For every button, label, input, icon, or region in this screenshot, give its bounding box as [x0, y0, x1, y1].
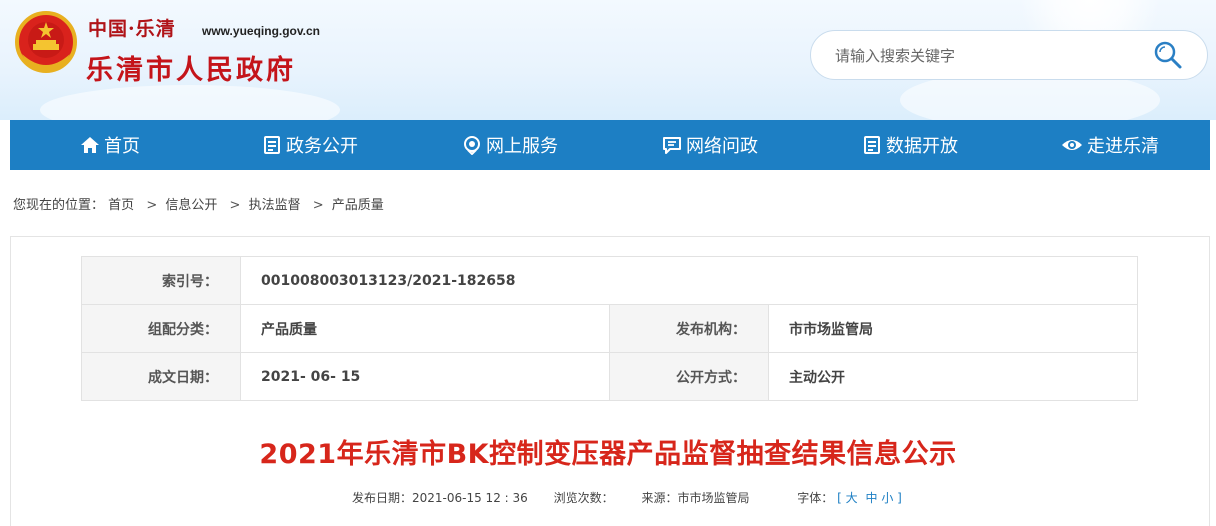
brand-url[interactable]: www.yueqing.gov.cn — [202, 24, 320, 38]
search-button[interactable] — [1151, 39, 1191, 71]
breadcrumb-prefix: 您现在的位置： — [13, 198, 105, 213]
date-value: 2021- 06- 15 — [240, 352, 610, 401]
breadcrumb-link-info[interactable]: 信息公开 — [165, 198, 217, 213]
breadcrumb-separator: > — [146, 198, 158, 213]
nav-item-online-service[interactable]: 网上服务 — [410, 120, 610, 170]
nav-item-label: 政务公开 — [286, 136, 358, 157]
breadcrumb-separator: > — [312, 198, 324, 213]
breadcrumb: 您现在的位置： 首页 > 信息公开 > 执法监督 > 产品质量 — [13, 194, 384, 213]
main-nav: 首页 政务公开 网上服务 网络问政 数据开放 走进乐清 — [10, 120, 1210, 170]
article-info-bar: 发布日期：2021-06-15 12 : 36 浏览次数： 来源：市市场监管局 … — [352, 489, 902, 506]
search-box — [810, 30, 1208, 80]
index-value: 001008003013123/2021-182658 — [240, 256, 1138, 305]
date-label: 成文日期： — [81, 352, 241, 401]
national-emblem-icon — [15, 11, 77, 73]
site-name[interactable]: 乐清市人民政府 — [86, 48, 296, 87]
chat-icon — [663, 137, 681, 154]
table-row: 索引号： 001008003013123/2021-182658 — [81, 256, 1138, 305]
nav-item-label: 网上服务 — [486, 136, 558, 157]
eye-icon — [1062, 140, 1082, 150]
breadcrumb-link-home[interactable]: 首页 — [108, 198, 134, 213]
nav-item-online-inquiry[interactable]: 网络问政 — [610, 120, 810, 170]
breadcrumb-link-quality[interactable]: 产品质量 — [332, 198, 384, 213]
publish-date: 发布日期：2021-06-15 12 : 36 — [352, 491, 528, 505]
font-size-large-button[interactable]: 大 — [846, 489, 858, 506]
article-title: 2021年乐清市BK控制变压器产品监督抽查结果信息公示 — [259, 439, 957, 470]
breadcrumb-link-enforcement[interactable]: 执法监督 — [249, 198, 301, 213]
method-value: 主动公开 — [768, 352, 1138, 401]
index-label: 索引号： — [81, 256, 241, 305]
service-icon — [464, 136, 480, 155]
nav-item-home[interactable]: 首页 — [10, 120, 210, 170]
search-input[interactable] — [833, 43, 1137, 69]
nav-item-label: 首页 — [104, 136, 140, 157]
home-icon — [81, 137, 99, 153]
search-icon — [1154, 41, 1182, 69]
publisher-label: 发布机构： — [609, 304, 769, 353]
nav-item-open-data[interactable]: 数据开放 — [810, 120, 1010, 170]
nav-item-gov-affairs[interactable]: 政务公开 — [210, 120, 410, 170]
document-icon — [264, 136, 280, 154]
brand-tagline: 中国·乐清 — [88, 18, 176, 40]
table-row: 组配分类： 产品质量 发布机构： 市市场监管局 — [81, 304, 1138, 353]
article-source: 来源：市市场监管局 — [641, 491, 750, 505]
metadata-table: 索引号： 001008003013123/2021-182658 组配分类： 产… — [81, 256, 1138, 401]
publisher-value: 市市场监管局 — [768, 304, 1138, 353]
nav-item-label: 网络问政 — [686, 136, 758, 157]
nav-item-label: 走进乐清 — [1087, 136, 1159, 157]
cloud-decoration — [40, 85, 340, 120]
font-size-open-bracket: [ — [837, 491, 842, 505]
font-size-close-bracket: ] — [897, 491, 902, 505]
font-size-small-button[interactable]: 小 — [881, 489, 893, 506]
site-header: 中国·乐清 www.yueqing.gov.cn 乐清市人民政府 — [0, 0, 1216, 120]
nav-item-label: 数据开放 — [886, 136, 958, 157]
view-count: 浏览次数： — [553, 491, 614, 505]
table-row: 成文日期： 2021- 06- 15 公开方式： 主动公开 — [81, 352, 1138, 401]
nav-item-about-yueqing[interactable]: 走进乐清 — [1010, 120, 1210, 170]
breadcrumb-separator: > — [229, 198, 241, 213]
font-size-label: 字体： — [797, 491, 834, 505]
method-label: 公开方式： — [609, 352, 769, 401]
font-size-medium-button[interactable]: 中 — [865, 489, 877, 506]
database-icon — [864, 136, 880, 154]
category-label: 组配分类： — [81, 304, 241, 353]
category-value: 产品质量 — [240, 304, 610, 353]
